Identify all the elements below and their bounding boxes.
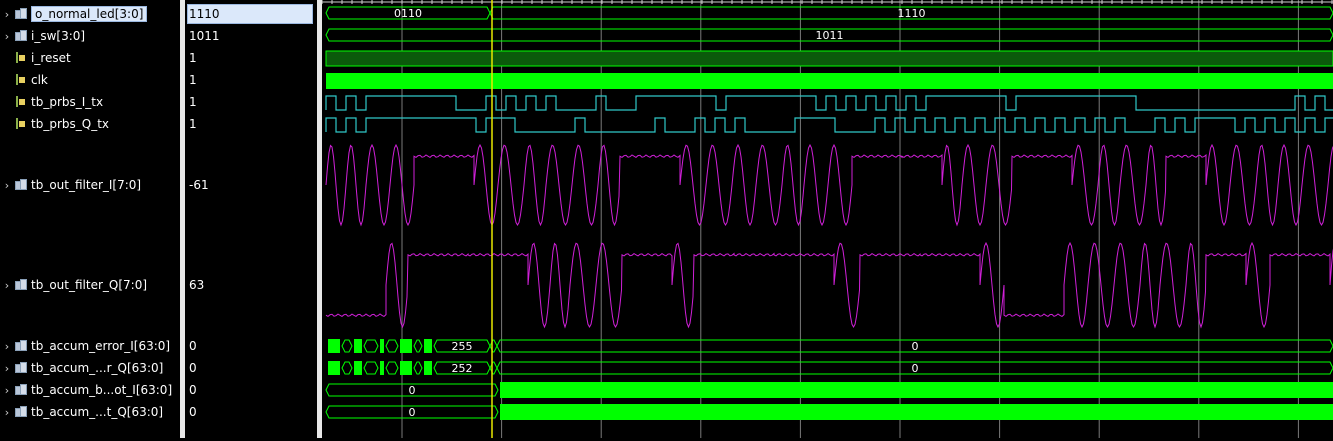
signal-value: 1	[189, 95, 197, 109]
signal-name: tb_prbs_I_tx	[31, 95, 104, 109]
bus-signal-icon	[14, 362, 28, 374]
bus-value-label: 0110	[394, 7, 422, 20]
bus-value-label: 252	[452, 362, 473, 375]
signal-row[interactable]: tb_prbs_Q_tx	[0, 114, 109, 134]
bus-value-label: 1110	[898, 7, 926, 20]
bus-segment	[385, 339, 399, 353]
bus-signal-icon	[14, 8, 28, 20]
bus-filled-segment	[380, 361, 384, 375]
bus-segment	[363, 361, 379, 375]
signal-name: tb_accum_...t_Q[63:0]	[31, 405, 164, 419]
bus-filled-segment	[354, 361, 362, 375]
bus-filled-segment	[500, 404, 1333, 420]
signal-value: 0	[189, 361, 197, 375]
bus-filled-segment	[328, 339, 340, 353]
expand-chevron-icon[interactable]: ›	[0, 179, 14, 192]
signal-row[interactable]: › tb_accum_b...ot_I[63:0]	[0, 380, 172, 400]
analog-waveform	[325, 143, 1333, 227]
waveform-canvas[interactable]: 0110 1110 1011 255 0 252 0 0 0	[321, 0, 1333, 438]
signal-row[interactable]: › i_sw[3:0]	[0, 26, 85, 46]
expand-chevron-icon[interactable]: ›	[0, 279, 14, 292]
signal-name: tb_accum_error_I[63:0]	[31, 339, 171, 353]
signal-name: tb_out_filter_I[7:0]	[31, 178, 142, 192]
expand-chevron-icon[interactable]: ›	[0, 406, 14, 419]
expand-chevron-icon[interactable]: ›	[0, 384, 14, 397]
signal-name: tb_out_filter_Q[7:0]	[31, 278, 148, 292]
bus-signal-icon	[14, 279, 28, 291]
signal-row[interactable]: › tb_out_filter_I[7:0]	[0, 175, 141, 195]
bit-signal-icon	[14, 96, 28, 108]
bus-signal-icon	[14, 30, 28, 42]
signal-value: 1	[189, 117, 197, 131]
signal-row[interactable]: › o_normal_led[3:0]	[0, 4, 148, 24]
signal-value: 1011	[189, 29, 220, 43]
waveform-panel[interactable]: 0110 1110 1011 255 0 252 0 0 0	[321, 0, 1333, 438]
signal-value: 1110	[187, 4, 313, 24]
signal-name: tb_accum_b...ot_I[63:0]	[31, 383, 173, 397]
reset-high-band	[325, 50, 1333, 67]
bus-value-label: 0	[912, 362, 919, 375]
bus-segment	[413, 339, 423, 353]
clock-band	[326, 73, 1333, 89]
bit-signal-icon	[14, 74, 28, 86]
bus-value-label: 255	[452, 340, 473, 353]
signal-name: o_normal_led[3:0]	[31, 6, 148, 22]
signal-row[interactable]: i_reset	[0, 48, 71, 68]
bus-filled-segment	[400, 361, 412, 375]
bus-signal-icon	[14, 406, 28, 418]
signal-name: clk	[31, 73, 48, 87]
signal-value: 0	[189, 383, 197, 397]
bus-segment	[341, 361, 353, 375]
prbs-waveform	[325, 95, 1333, 111]
expand-chevron-icon[interactable]: ›	[0, 362, 14, 375]
signal-value: 0	[189, 405, 197, 419]
analog-waveform	[325, 241, 1333, 329]
bit-signal-icon	[14, 118, 28, 130]
signal-name: tb_accum_...r_Q[63:0]	[31, 361, 164, 375]
signal-row[interactable]: › tb_accum_error_I[63:0]	[0, 336, 170, 356]
signal-row[interactable]: clk	[0, 70, 48, 90]
expand-chevron-icon[interactable]: ›	[0, 30, 14, 43]
bus-filled-segment	[380, 339, 384, 353]
bus-segment	[489, 339, 498, 353]
signal-value-panel: 1110 1011 1 1 1 1 -61 63 0 0 0 0	[185, 0, 317, 438]
expand-chevron-icon[interactable]: ›	[0, 8, 14, 21]
signal-value: -61	[189, 178, 209, 192]
signal-row[interactable]: › tb_accum_...r_Q[63:0]	[0, 358, 164, 378]
bus-segment	[363, 339, 379, 353]
bus-filled-segment	[424, 339, 432, 353]
bus-value-label: 0	[409, 406, 416, 419]
signal-value: 63	[189, 278, 205, 292]
signal-name: i_reset	[31, 51, 71, 65]
signal-row[interactable]: tb_prbs_I_tx	[0, 92, 103, 112]
bus-filled-segment	[400, 339, 412, 353]
bus-signal-icon	[14, 179, 28, 191]
signal-name: tb_prbs_Q_tx	[31, 117, 109, 131]
bus-segment	[341, 339, 353, 353]
bus-value-label: 0	[912, 340, 919, 353]
bus-value-label: 1011	[816, 29, 844, 42]
signal-row[interactable]: › tb_out_filter_Q[7:0]	[0, 275, 147, 295]
bus-filled-segment	[354, 339, 362, 353]
expand-chevron-icon[interactable]: ›	[0, 340, 14, 353]
bus-filled-segment	[328, 361, 340, 375]
bus-signal-icon	[14, 340, 28, 352]
signal-name-panel: › o_normal_led[3:0] › i_sw[3:0] i_resetclk tb…	[0, 0, 180, 438]
signal-value: 1	[189, 73, 197, 87]
prbs-waveform	[325, 117, 1333, 133]
signal-name: i_sw[3:0]	[31, 29, 86, 43]
bus-filled-segment	[500, 382, 1333, 398]
bus-segment	[413, 361, 423, 375]
signal-value: 1	[189, 51, 197, 65]
bus-value-label: 0	[409, 384, 416, 397]
bus-filled-segment	[424, 361, 432, 375]
bus-signal-icon	[14, 384, 28, 396]
bus-segment	[385, 361, 399, 375]
signal-value: 0	[189, 339, 197, 353]
bit-signal-icon	[14, 52, 28, 64]
bus-segment	[489, 361, 498, 375]
signal-row[interactable]: › tb_accum_...t_Q[63:0]	[0, 402, 163, 422]
